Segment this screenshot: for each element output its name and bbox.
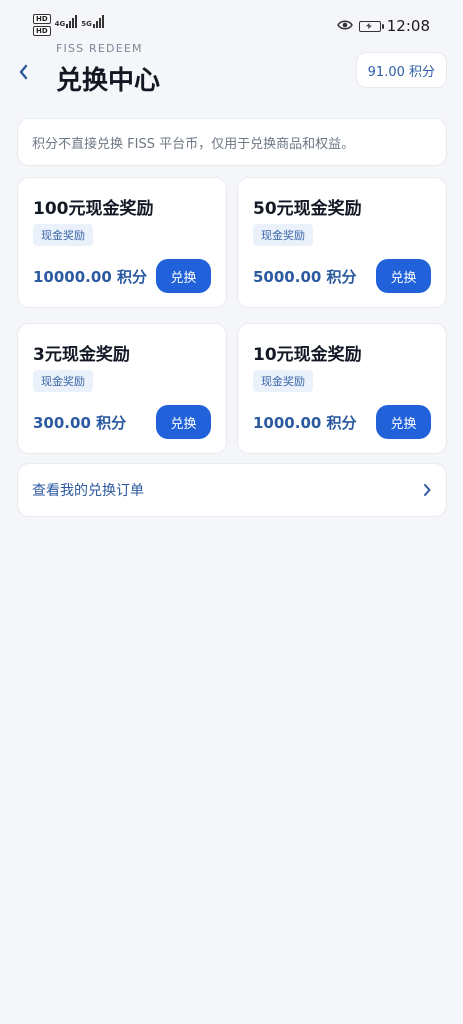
network-type-label: 5G xyxy=(81,20,92,28)
clock: 12:08 xyxy=(386,17,430,35)
hd-icon: HD xyxy=(33,26,51,36)
product-title: 10元现金奖励 xyxy=(253,345,362,365)
chevron-left-icon xyxy=(19,64,28,80)
product-tag: 现金奖励 xyxy=(253,370,313,392)
signal-5g-icon: 5G xyxy=(81,14,104,28)
product-card: 50元现金奖励 现金奖励 5000.00 积分 兑换 xyxy=(237,177,447,308)
page-subtitle: FISS REDEEM xyxy=(56,42,143,55)
product-price: 5000.00 积分 xyxy=(253,268,357,286)
battery-charging-icon xyxy=(358,20,384,32)
product-title: 3元现金奖励 xyxy=(33,345,130,365)
product-tag: 现金奖励 xyxy=(33,224,93,246)
view-orders-label: 查看我的兑换订单 xyxy=(32,483,144,499)
redeem-button[interactable]: 兑换 xyxy=(156,259,211,293)
product-card: 100元现金奖励 现金奖励 10000.00 积分 兑换 xyxy=(17,177,227,308)
hd-indicators: HD HD xyxy=(33,14,51,36)
product-price: 1000.00 积分 xyxy=(253,414,357,432)
chevron-right-icon xyxy=(424,484,431,496)
product-price: 300.00 积分 xyxy=(33,414,127,432)
status-left: HD HD 4G 5G xyxy=(33,14,104,36)
product-title: 50元现金奖励 xyxy=(253,199,362,219)
redeem-button[interactable]: 兑换 xyxy=(376,259,431,293)
product-title: 100元现金奖励 xyxy=(33,199,154,219)
eye-icon xyxy=(336,17,353,35)
product-price: 10000.00 积分 xyxy=(33,268,147,286)
product-tag: 现金奖励 xyxy=(253,224,313,246)
signal-4g-icon: 4G xyxy=(55,14,78,28)
back-button[interactable] xyxy=(12,58,34,86)
notice-card: 积分不直接兑换 FISS 平台币，仅用于兑换商品和权益。 xyxy=(17,118,447,166)
product-grid: 100元现金奖励 现金奖励 10000.00 积分 兑换 50元现金奖励 现金奖… xyxy=(17,177,447,454)
view-orders-link[interactable]: 查看我的兑换订单 xyxy=(17,463,447,517)
page-title: 兑换中心 xyxy=(56,66,161,96)
redeem-button[interactable]: 兑换 xyxy=(376,405,431,439)
status-bar: HD HD 4G 5G 12:08 xyxy=(0,0,463,40)
product-card: 3元现金奖励 现金奖励 300.00 积分 兑换 xyxy=(17,323,227,454)
product-tag: 现金奖励 xyxy=(33,370,93,392)
status-right: 12:08 xyxy=(336,17,430,35)
redeem-button[interactable]: 兑换 xyxy=(156,405,211,439)
points-balance-badge: 91.00 积分 xyxy=(355,52,447,88)
product-card: 10元现金奖励 现金奖励 1000.00 积分 兑换 xyxy=(237,323,447,454)
hd-icon: HD xyxy=(33,14,51,24)
notice-text: 积分不直接兑换 FISS 平台币，仅用于兑换商品和权益。 xyxy=(32,136,355,152)
network-type-label: 4G xyxy=(54,20,66,28)
